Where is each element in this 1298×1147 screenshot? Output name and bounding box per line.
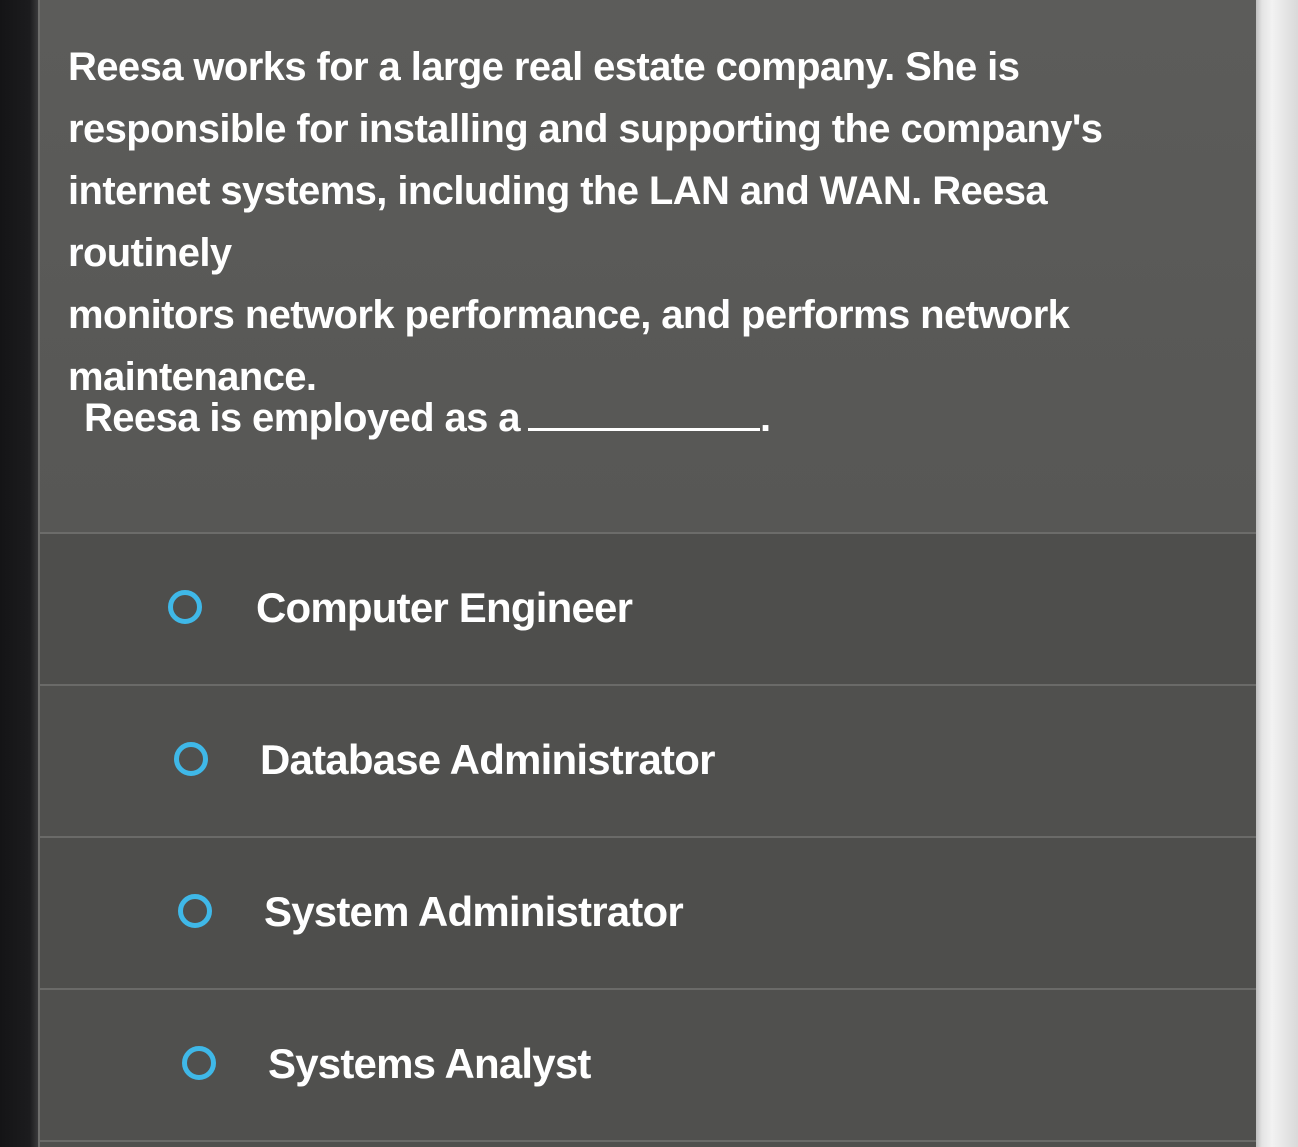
prompt-end: . [759,396,771,440]
screen-background: Reesa works for a large real estate comp… [0,0,1298,1147]
question-line: monitors network performance, and perfor… [68,293,1070,337]
radio-button-icon[interactable] [174,742,208,776]
answer-options: Computer Engineer Database Administrator… [40,532,1256,1142]
option-systems-analyst[interactable]: Systems Analyst [40,990,1256,1142]
answer-blank [527,392,760,431]
quiz-panel: Reesa works for a large real estate comp… [38,0,1258,1147]
question-line: responsible for installing and supportin… [68,107,1103,151]
option-system-administrator[interactable]: System Administrator [40,838,1256,990]
radio-button-icon[interactable] [182,1046,216,1080]
question-line: internet systems, including the LAN and … [68,169,1048,275]
question-text: Reesa works for a large real estate comp… [68,36,1218,408]
question-line: Reesa works for a large real estate comp… [68,45,1020,89]
prompt-text: Reesa is employed as a [84,396,521,440]
option-label: Computer Engineer [256,584,633,631]
option-label: Database Administrator [260,736,715,783]
radio-button-icon[interactable] [178,894,212,928]
option-computer-engineer[interactable]: Computer Engineer [40,534,1256,686]
radio-button-icon[interactable] [168,590,202,624]
question-prompt: Reesa is employed as a. [84,392,771,441]
option-database-administrator[interactable]: Database Administrator [40,686,1256,838]
monitor-bezel [1256,0,1298,1147]
option-label: System Administrator [264,888,684,935]
option-label: Systems Analyst [268,1040,591,1087]
